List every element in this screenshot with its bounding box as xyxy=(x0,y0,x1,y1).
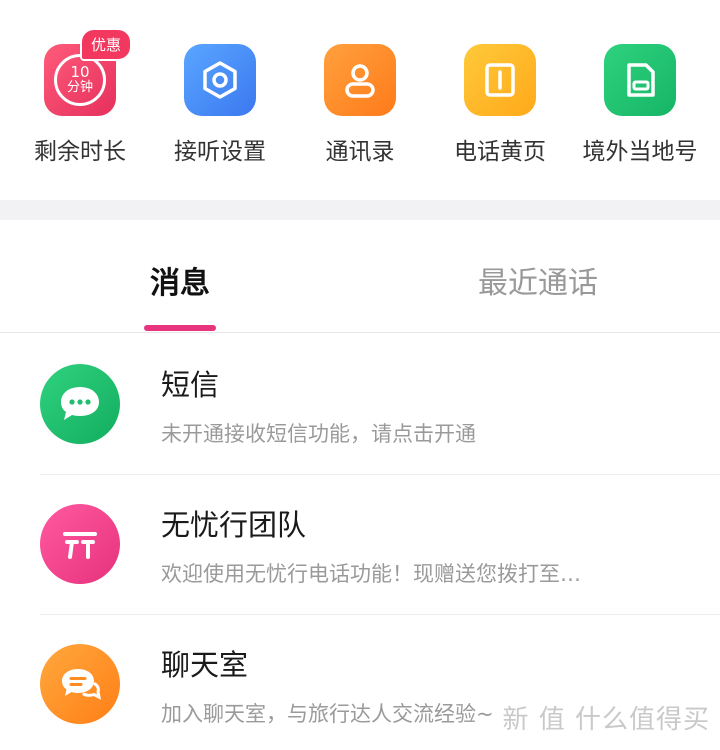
wuyouxing-logo-icon xyxy=(40,504,120,584)
hexagon-settings-icon xyxy=(184,44,256,116)
remaining-minutes-ring: 10 分钟 xyxy=(54,54,106,106)
remaining-time-button[interactable]: 10 分钟 优惠 剩余时长 xyxy=(10,28,150,166)
sim-card-icon xyxy=(604,44,676,116)
chat-room-icon xyxy=(40,644,120,724)
yellow-pages-label: 电话黄页 xyxy=(454,139,546,165)
contacts-button[interactable]: 通讯录 xyxy=(290,44,430,166)
tab-recent-calls[interactable]: 最近通话 xyxy=(478,258,598,302)
remaining-time-label: 剩余时长 xyxy=(34,139,126,165)
section-divider xyxy=(0,200,720,220)
list-item-wuyouxing-team[interactable]: 无忧行团队 欢迎使用无忧行电话功能！现赠送您拨打至… xyxy=(0,474,720,614)
quick-actions-bar: 10 分钟 优惠 剩余时长 接听设置 通讯录 电话黄页 境外当地号 xyxy=(0,0,720,200)
message-title: 短信 xyxy=(161,368,220,402)
abroad-number-button[interactable]: 境外当地号 xyxy=(570,44,710,166)
answer-settings-button[interactable]: 接听设置 xyxy=(150,44,290,166)
promo-badge: 优惠 xyxy=(80,28,133,61)
person-icon xyxy=(324,44,396,116)
message-preview: 未开通接收短信功能，请点击开通 xyxy=(161,422,476,446)
book-icon xyxy=(464,44,536,116)
remaining-minutes-value: 10 xyxy=(70,63,90,82)
answer-settings-label: 接听设置 xyxy=(174,139,266,165)
remaining-minutes-unit: 分钟 xyxy=(66,80,93,96)
remaining-time-icon: 10 分钟 优惠 xyxy=(44,28,133,116)
message-list: 短信 未开通接收短信功能，请点击开通 无忧行团队 欢迎使用无忧行电话功能！现赠送… xyxy=(0,334,720,750)
contacts-label: 通讯录 xyxy=(325,139,395,165)
chat-bubble-icon xyxy=(40,364,120,444)
yellow-pages-button[interactable]: 电话黄页 xyxy=(430,44,570,166)
abroad-number-label: 境外当地号 xyxy=(582,139,698,165)
message-title: 聊天室 xyxy=(161,648,249,682)
tab-messages[interactable]: 消息 xyxy=(150,258,210,302)
message-tabs: 消息 最近通话 xyxy=(0,220,720,333)
watermark: 新 值 什么值得买 xyxy=(502,705,710,735)
message-title: 无忧行团队 xyxy=(161,508,307,542)
message-preview: 欢迎使用无忧行电话功能！现赠送您拨打至… xyxy=(161,562,581,586)
active-tab-indicator xyxy=(144,325,216,331)
list-item-sms[interactable]: 短信 未开通接收短信功能，请点击开通 xyxy=(0,334,720,474)
